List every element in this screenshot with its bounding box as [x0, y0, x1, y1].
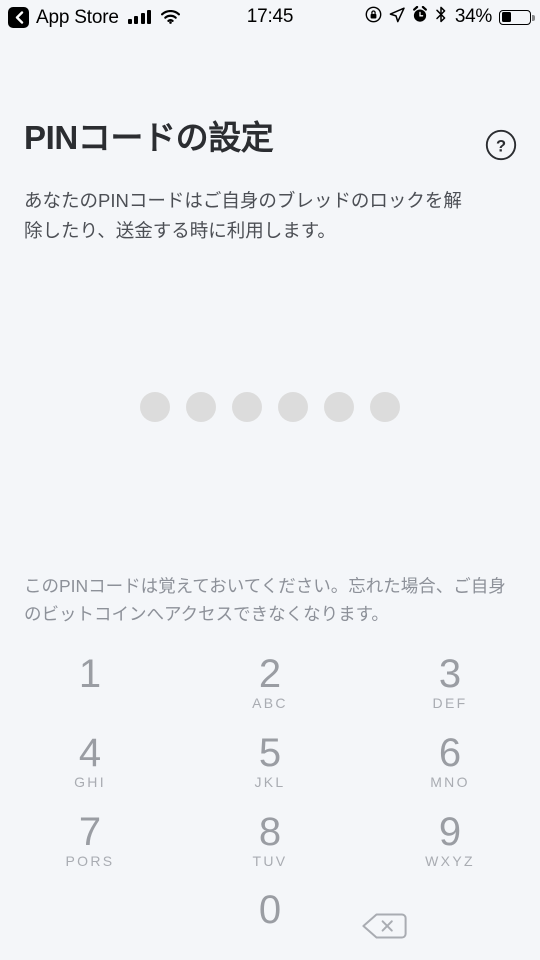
- keypad-digit: 6: [438, 730, 462, 775]
- keypad-key-4[interactable]: 4 GHI: [0, 724, 180, 803]
- pin-dot: [370, 392, 400, 422]
- svg-text:?: ?: [496, 137, 506, 155]
- status-bar: App Store 17:45 34%: [0, 0, 540, 34]
- battery-fill: [501, 12, 511, 22]
- keypad-key-0[interactable]: 0: [180, 881, 360, 960]
- pin-description: あなたのPINコードはご自身のブレッドのロックを解除したり、送金する時に利用しま…: [24, 190, 462, 241]
- question-mark-circle-icon: ?: [484, 128, 518, 167]
- numeric-keypad: 1 2 ABC 3 DEF 4 GHI 5 JKL 6 MNO 7 PORS 8: [0, 645, 540, 960]
- location-arrow-icon: [389, 6, 405, 28]
- keypad-key-7[interactable]: 7 PORS: [0, 803, 180, 882]
- keypad-letters: PORS: [65, 852, 115, 869]
- keypad-key-2[interactable]: 2 ABC: [180, 645, 360, 724]
- keypad-digit: 1: [78, 652, 102, 696]
- keypad-digit: 7: [78, 809, 102, 854]
- keypad-key-5[interactable]: 5 JKL: [180, 724, 360, 803]
- pin-setup-screen: App Store 17:45 34% PINコードの設定 ? あなたのPINコ…: [0, 0, 540, 960]
- keypad-digit: 4: [78, 730, 102, 775]
- keypad-digit: 2: [258, 652, 282, 696]
- status-bar-right: 34%: [365, 0, 535, 34]
- alarm-clock-icon: [412, 5, 428, 28]
- keypad-key-1[interactable]: 1: [0, 645, 180, 724]
- pin-dot: [324, 392, 354, 422]
- pin-dot: [232, 392, 262, 422]
- backspace-icon: [360, 909, 408, 948]
- keypad-letters: WXYZ: [425, 852, 475, 869]
- pin-dot-row: [0, 392, 540, 422]
- battery-icon: [499, 9, 535, 25]
- pin-dot: [186, 392, 216, 422]
- bluetooth-icon: [435, 6, 447, 28]
- keypad-digit: 0: [258, 888, 282, 933]
- pin-dot: [278, 392, 308, 422]
- keypad-digit: 8: [258, 809, 282, 854]
- battery-percent-label: 34%: [454, 6, 492, 27]
- pin-warning-note: このPINコードは覚えておいてください。忘れた場合、ご自身のビットコインへアクセ…: [24, 576, 506, 625]
- keypad-key-blank: [0, 881, 180, 960]
- keypad-key-delete[interactable]: [360, 881, 540, 960]
- keypad-key-9[interactable]: 9 WXYZ: [360, 803, 540, 882]
- keypad-digit: 5: [258, 730, 282, 775]
- keypad-letters: ABC: [252, 695, 288, 711]
- rotation-lock-icon: [365, 6, 382, 28]
- keypad-letters: TUV: [252, 852, 288, 869]
- keypad-digit: 3: [438, 652, 462, 696]
- help-button[interactable]: ?: [484, 128, 518, 167]
- keypad-letters: DEF: [432, 695, 468, 711]
- pin-dot: [140, 392, 170, 422]
- keypad-key-8[interactable]: 8 TUV: [180, 803, 360, 882]
- keypad-key-6[interactable]: 6 MNO: [360, 724, 540, 803]
- keypad-key-3[interactable]: 3 DEF: [360, 645, 540, 724]
- keypad-letters: JKL: [254, 773, 286, 790]
- keypad-letters: GHI: [74, 773, 106, 790]
- keypad-letters: MNO: [430, 773, 470, 790]
- page-title: PINコードの設定: [24, 119, 274, 156]
- keypad-digit: 9: [438, 809, 462, 854]
